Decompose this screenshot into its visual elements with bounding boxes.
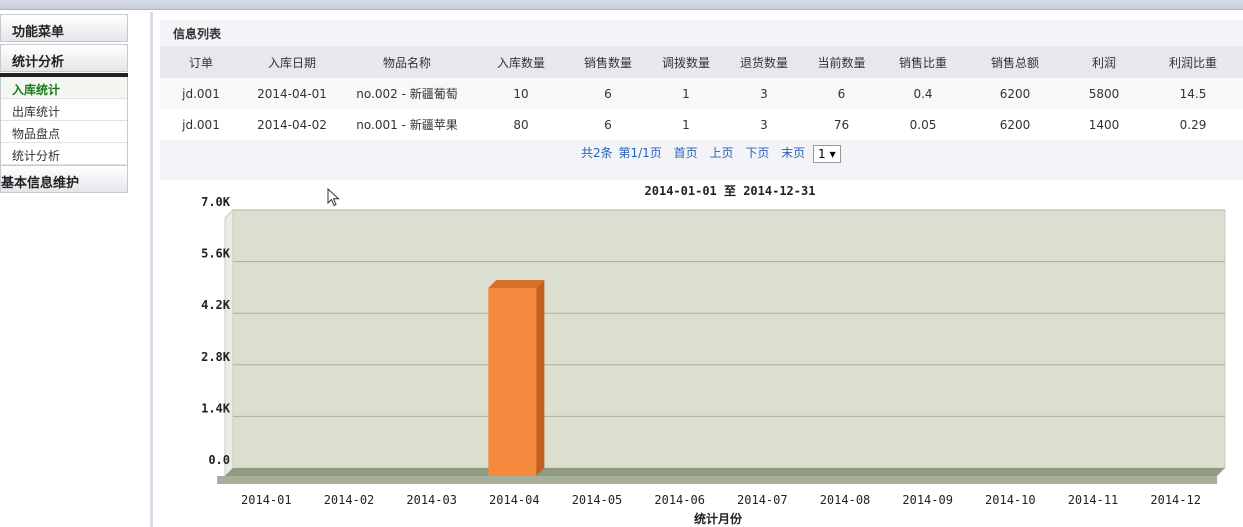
table-cell: 5800 <box>1065 78 1143 109</box>
pager: 共2条 第1/1页 首页 上页 下页 末页 1 ▾ <box>581 144 849 163</box>
inbound-chart: 0.0 1.4K 2.8K 4.2K 5.6K 7.0K 2014-01 2014-02 201… <box>160 178 1243 527</box>
x-tick-label: 2014-11 <box>1068 493 1119 507</box>
pager-next-link[interactable]: 下页 <box>745 146 769 160</box>
column-header: 入库日期 <box>242 46 342 78</box>
y-tick-label: 7.0K <box>201 195 231 209</box>
table-cell: 0.05 <box>881 109 965 140</box>
column-header: 销售比重 <box>881 46 965 78</box>
table-cell: 80 <box>472 109 570 140</box>
pager-page: 第1/1页 <box>618 146 662 160</box>
x-tick-label: 2014-10 <box>985 493 1036 507</box>
sidebar-item-analysis[interactable]: 统计分析 <box>1 143 127 165</box>
table-cell: 3 <box>726 109 802 140</box>
x-tick-label: 2014-12 <box>1150 493 1201 507</box>
table-cell: no.002 - 新疆葡萄 <box>342 78 472 109</box>
sidebar-items: 入库统计 出库统计 物品盘点 统计分析 <box>0 77 128 165</box>
y-tick-label: 4.2K <box>201 298 231 312</box>
sidebar-item-inventory[interactable]: 物品盘点 <box>1 121 127 143</box>
sidebar: 功能菜单 统计分析 入库统计 出库统计 物品盘点 统计分析 基本信息维护 <box>0 14 128 212</box>
table-cell: 6200 <box>965 109 1065 140</box>
sidebar-menu-title: 功能菜单 <box>0 14 128 42</box>
sidebar-item-inbound-stats[interactable]: 入库统计 <box>1 77 127 99</box>
column-header: 入库数量 <box>472 46 570 78</box>
table-cell: 2014-04-01 <box>242 78 342 109</box>
x-axis-label: 统计月份 <box>694 511 743 526</box>
column-header: 调拨数量 <box>646 46 726 78</box>
y-tick-label: 1.4K <box>201 401 231 415</box>
table-cell: 6 <box>570 78 646 109</box>
pager-total: 共2条 <box>581 146 613 160</box>
x-tick-label: 2014-08 <box>820 493 871 507</box>
bar-top <box>488 280 545 289</box>
sidebar-item-outbound-stats[interactable]: 出库统计 <box>1 99 127 121</box>
table-cell: 1 <box>646 78 726 109</box>
pager-last-link[interactable]: 末页 <box>781 146 805 160</box>
pager-first-link[interactable]: 首页 <box>674 146 698 160</box>
column-header: 订单 <box>160 46 242 78</box>
table-cell: 6200 <box>965 78 1065 109</box>
plot-floor <box>225 468 1225 476</box>
panel-title: 信息列表 <box>173 27 222 41</box>
table-cell: 1400 <box>1065 109 1143 140</box>
table-cell: 10 <box>472 78 570 109</box>
column-header: 退货数量 <box>726 46 802 78</box>
table-row[interactable]: jd.001 2014-04-01 no.002 - 新疆葡萄 10 6 1 3… <box>160 78 1243 109</box>
y-tick-label: 2.8K <box>201 350 231 364</box>
x-tick-label: 2014-03 <box>406 493 457 507</box>
plot-area <box>232 209 1226 469</box>
table-cell: 2014-04-02 <box>242 109 342 140</box>
x-tick-label: 2014-01 <box>241 493 292 507</box>
top-banner-strip <box>0 0 1243 10</box>
info-list-panel: 信息列表 订单 入库日期 物品名称 入库数量 销售数量 调拨数量 退货数量 当前… <box>160 20 1243 180</box>
page-select[interactable]: 1 ▾ <box>813 144 841 163</box>
column-header: 利润 <box>1065 46 1143 78</box>
table-cell: 0.29 <box>1143 109 1243 140</box>
info-table: 订单 入库日期 物品名称 入库数量 销售数量 调拨数量 退货数量 当前数量 销售… <box>160 46 1243 140</box>
column-header: 销售总额 <box>965 46 1065 78</box>
table-cell: jd.001 <box>160 78 242 109</box>
table-cell: 0.4 <box>881 78 965 109</box>
x-tick-label: 2014-07 <box>737 493 788 507</box>
column-header: 销售数量 <box>570 46 646 78</box>
y-tick-label: 0.0 <box>208 453 230 467</box>
x-tick-label: 2014-02 <box>324 493 375 507</box>
sidebar-splitter[interactable] <box>150 12 153 527</box>
y-tick-label: 5.6K <box>201 247 231 261</box>
x-tick-label: 2014-09 <box>902 493 953 507</box>
chart-svg: 0.0 1.4K 2.8K 4.2K 5.6K 7.0K 2014-01 2014-02 201… <box>201 184 1226 526</box>
mouse-cursor-icon <box>327 188 340 207</box>
chart-title: 2014-01-01 至 2014-12-31 <box>645 184 816 198</box>
table-cell: jd.001 <box>160 109 242 140</box>
x-tick-label: 2014-05 <box>572 493 623 507</box>
table-row[interactable]: jd.001 2014-04-02 no.001 - 新疆苹果 80 6 1 3… <box>160 109 1243 140</box>
column-header: 当前数量 <box>802 46 881 78</box>
x-tick-label: 2014-04 <box>489 493 540 507</box>
table-cell: 3 <box>726 78 802 109</box>
bar-side <box>536 280 545 476</box>
table-cell: no.001 - 新疆苹果 <box>342 109 472 140</box>
table-cell: 1 <box>646 109 726 140</box>
bar <box>488 288 537 476</box>
plot-floor-front <box>217 476 1217 484</box>
table-header-row: 订单 入库日期 物品名称 入库数量 销售数量 调拨数量 退货数量 当前数量 销售… <box>160 46 1243 78</box>
sidebar-group-stats[interactable]: 统计分析 <box>0 44 128 72</box>
sidebar-group-basic-info[interactable]: 基本信息维护 <box>0 165 128 193</box>
table-cell: 6 <box>570 109 646 140</box>
column-header: 利润比重 <box>1143 46 1243 78</box>
page-select-value: 1 <box>818 146 826 161</box>
column-header: 物品名称 <box>342 46 472 78</box>
table-cell: 6 <box>802 78 881 109</box>
table-cell: 14.5 <box>1143 78 1243 109</box>
pager-prev-link[interactable]: 上页 <box>709 146 733 160</box>
table-cell: 76 <box>802 109 881 140</box>
chevron-down-icon: ▾ <box>829 146 836 161</box>
x-tick-label: 2014-06 <box>654 493 705 507</box>
